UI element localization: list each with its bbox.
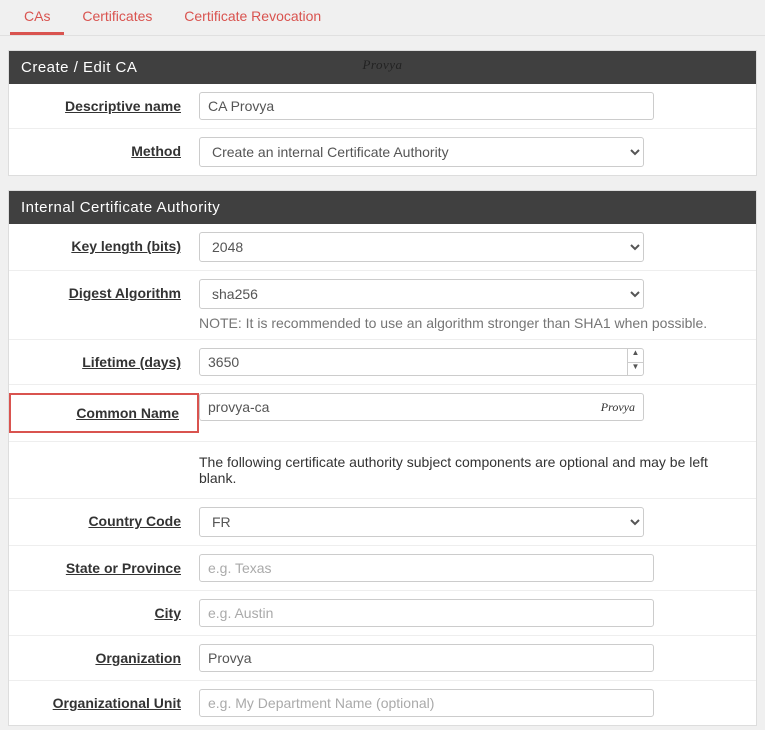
label-descriptive-name: Descriptive name [65, 98, 181, 114]
input-organization[interactable] [199, 644, 654, 672]
tabs-bar: CAs Certificates Certificate Revocation [0, 0, 765, 36]
row-state: State or Province [9, 546, 756, 591]
optional-info-text: The following certificate authority subj… [199, 450, 736, 490]
input-city[interactable] [199, 599, 654, 627]
label-common-name-highlight: Common Name [9, 393, 199, 433]
panel-title-internal: Internal Certificate Authority [21, 199, 220, 216]
digest-help-text: NOTE: It is recommended to use an algori… [199, 315, 736, 331]
select-digest[interactable]: sha256 [199, 279, 644, 309]
provya-inline-watermark: Provya [601, 400, 635, 415]
label-key-length: Key length (bits) [71, 238, 181, 254]
row-lifetime: Lifetime (days) ▲ ▼ [9, 340, 756, 385]
input-state[interactable] [199, 554, 654, 582]
spinner-up-icon[interactable]: ▲ [628, 349, 643, 363]
input-lifetime[interactable] [200, 349, 627, 375]
label-ou: Organizational Unit [53, 695, 181, 711]
tab-certificates[interactable]: Certificates [68, 0, 166, 32]
label-country: Country Code [88, 513, 181, 529]
panel-title: Create / Edit CA [21, 59, 137, 76]
select-method[interactable]: Create an internal Certificate Authority [199, 137, 644, 167]
row-country: Country Code FR [9, 499, 756, 546]
select-country[interactable]: FR [199, 507, 644, 537]
input-common-name[interactable] [200, 394, 601, 420]
panel-header-create-edit-ca: Create / Edit CA Provya [9, 51, 756, 84]
spinner-down-icon[interactable]: ▼ [628, 363, 643, 376]
input-ou[interactable] [199, 689, 654, 717]
row-optional-info: The following certificate authority subj… [9, 442, 756, 499]
label-city: City [155, 605, 181, 621]
label-organization: Organization [95, 650, 181, 666]
input-descriptive-name[interactable] [199, 92, 654, 120]
row-organization: Organization [9, 636, 756, 681]
label-method: Method [131, 143, 181, 159]
label-state: State or Province [66, 560, 181, 576]
row-city: City [9, 591, 756, 636]
tab-cas[interactable]: CAs [10, 0, 64, 35]
row-key-length: Key length (bits) 2048 [9, 224, 756, 271]
provya-watermark: Provya [362, 57, 402, 73]
row-digest: Digest Algorithm sha256 NOTE: It is reco… [9, 271, 756, 340]
tab-cert-revocation[interactable]: Certificate Revocation [170, 0, 335, 32]
panel-internal-ca: Internal Certificate Authority Key lengt… [8, 190, 757, 726]
select-key-length[interactable]: 2048 [199, 232, 644, 262]
row-common-name: Common Name Provya [9, 385, 756, 442]
panel-create-edit-ca: Create / Edit CA Provya Descriptive name… [8, 50, 757, 176]
row-ou: Organizational Unit [9, 681, 756, 725]
common-name-wrap: Provya [199, 393, 644, 421]
panel-header-internal-ca: Internal Certificate Authority [9, 191, 756, 224]
lifetime-stepper: ▲ ▼ [199, 348, 644, 376]
spinner-buttons: ▲ ▼ [627, 349, 643, 375]
row-method: Method Create an internal Certificate Au… [9, 129, 756, 175]
row-descriptive-name: Descriptive name [9, 84, 756, 129]
label-digest: Digest Algorithm [69, 285, 181, 301]
label-lifetime: Lifetime (days) [82, 354, 181, 370]
